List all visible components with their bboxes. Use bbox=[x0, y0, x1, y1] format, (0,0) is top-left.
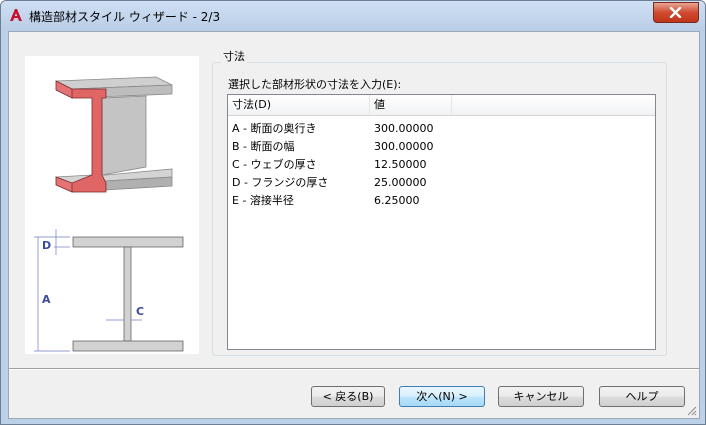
table-row[interactable]: C - ウェブの厚さ 12.50000 bbox=[228, 156, 655, 174]
dim-label-d: D bbox=[42, 239, 51, 252]
dimension-name: B - 断面の幅 bbox=[232, 140, 295, 153]
dimension-value[interactable]: 300.00000 bbox=[374, 120, 434, 138]
dimension-value[interactable]: 12.50000 bbox=[374, 156, 427, 174]
table-row[interactable]: A - 断面の奥行き 300.00000 bbox=[228, 120, 655, 138]
wizard-content: D A C B 寸法 選択した部材形状の寸法を入力(E): 寸法(D) 値 A … bbox=[8, 31, 700, 419]
column-header-value[interactable]: 値 bbox=[370, 95, 452, 115]
help-button[interactable]: ヘルプ bbox=[599, 386, 685, 407]
dimension-value[interactable]: 300.00000 bbox=[374, 138, 434, 156]
dimension-name: A - 断面の奥行き bbox=[232, 122, 317, 135]
table-row[interactable]: D - フランジの厚さ 25.00000 bbox=[228, 174, 655, 192]
resize-grip-icon[interactable] bbox=[685, 404, 697, 416]
next-button[interactable]: 次へ(N) > bbox=[399, 386, 485, 407]
dim-label-a: A bbox=[42, 293, 51, 306]
i-beam-3d-drawing bbox=[55, 76, 173, 193]
window-title: 構造部材スタイル ウィザード - 2/3 bbox=[29, 10, 221, 24]
table-row[interactable]: B - 断面の幅 300.00000 bbox=[228, 138, 655, 156]
dimension-name: C - ウェブの厚さ bbox=[232, 158, 317, 171]
dim-label-c: C bbox=[136, 305, 144, 318]
close-icon bbox=[669, 7, 682, 18]
dimension-name: E - 溶接半径 bbox=[232, 194, 294, 207]
table-header: 寸法(D) 値 bbox=[228, 95, 655, 116]
dimension-value[interactable]: 6.25000 bbox=[374, 192, 420, 210]
button-separator bbox=[9, 368, 699, 370]
table-row[interactable]: E - 溶接半径 6.25000 bbox=[228, 192, 655, 210]
close-button[interactable] bbox=[653, 2, 699, 23]
autocad-app-icon bbox=[10, 9, 22, 21]
dimension-value[interactable]: 25.00000 bbox=[374, 174, 427, 192]
dimensions-table[interactable]: 寸法(D) 値 A - 断面の奥行き 300.00000 B - 断面の幅 30… bbox=[227, 94, 656, 350]
dimension-name: D - フランジの厚さ bbox=[232, 176, 329, 189]
dimensions-group-title: 寸法 bbox=[221, 48, 247, 64]
dimensions-instruction: 選択した部材形状の寸法を入力(E): bbox=[228, 78, 402, 91]
i-beam-diagram: D A C B bbox=[34, 76, 184, 377]
i-beam-section-drawing: D A C B bbox=[34, 229, 184, 377]
column-header-dimension[interactable]: 寸法(D) bbox=[228, 95, 370, 115]
wizard-window: 構造部材スタイル ウィザード - 2/3 D A C 寸法 選択した部材形状の寸… bbox=[0, 0, 706, 425]
section-illustration: D A C B bbox=[25, 56, 199, 377]
cancel-button[interactable]: キャンセル bbox=[498, 386, 584, 407]
title-bar[interactable]: 構造部材スタイル ウィザード - 2/3 bbox=[1, 1, 705, 31]
back-button[interactable]: < 戻る(B) bbox=[311, 386, 385, 407]
